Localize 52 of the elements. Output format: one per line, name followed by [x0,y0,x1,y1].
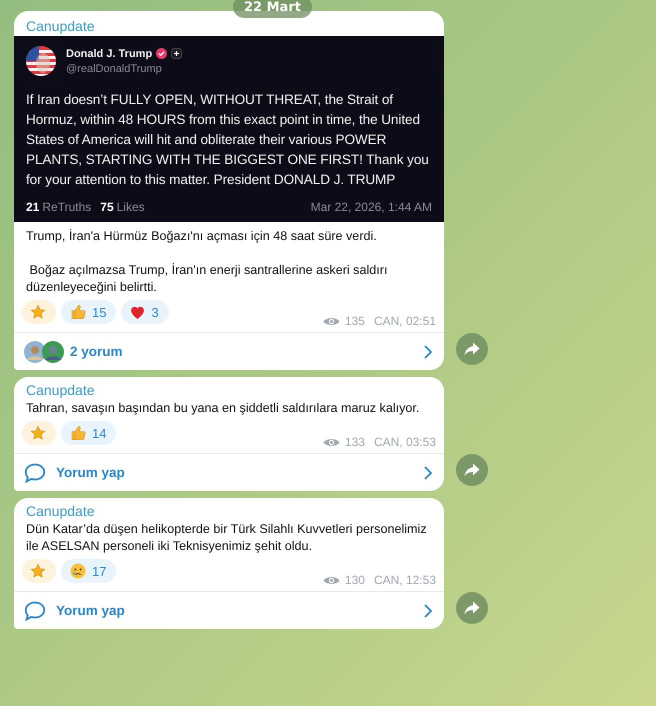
avatar [42,340,64,362]
author-handle: @realDonaldTrump [66,62,163,74]
chevron-right-icon [424,604,432,618]
channel-name[interactable]: Canupdate [14,377,444,400]
reaction-button[interactable]: 14 [61,421,116,445]
star-icon [30,563,46,579]
comments-button[interactable]: Yorum yap [14,591,444,629]
reaction-button[interactable]: 3 [121,300,169,324]
star-icon [30,304,46,320]
message-text: Dün Katar’da düşen helikopterde bir Türk Silahlı Kuvvetleri personelimiz ile ASELSAN personeli iki Teknisyenimiz şehit oldu. [25,521,428,555]
message-text: Trump, İran'a Hürmüz Boğazı'nı açması için 48 saat süre verdi. Boğaz açılmazsa Trump, İran'ın enerji santrallerine askeri saldırı düzenleyeceğini belirtti. [25,228,388,296]
comments-button[interactable]: 2 yorum [14,332,444,370]
forward-button[interactable] [456,592,488,624]
reaction-button[interactable] [22,559,56,583]
message-time: CAN, 02:51 [374,314,436,328]
thumbs-up-icon [69,424,87,442]
comments-button[interactable]: Yorum yap [14,453,444,491]
post-date: Mar 22, 2026, 1:44 AM [310,200,432,214]
message-time: CAN, 03:53 [374,435,436,449]
date-separator: 22 Mart [233,0,312,18]
forward-button[interactable] [456,454,488,486]
chevron-right-icon [424,466,432,480]
reaction-button[interactable]: 17 [61,559,116,583]
comment-icon [24,462,46,482]
star-icon [30,425,46,441]
views-icon [322,436,340,448]
likes-count: 75 Likes [100,200,145,214]
forward-icon [464,601,480,615]
post-text: If Iran doesn’t FULLY OPEN, WITHOUT THREAT, the Strait of Hormuz, within 48 HOURS from this exact point in time, the United States of America will hit and obliterate their various POWER PLANTS, STARTING WITH THE BIGGEST ONE FIRST! Thank you for your attention to this matter. President DONALD J. TRUMP [26,91,430,189]
retruths-count: 21 ReTruths [26,200,92,214]
views-icon [322,574,340,586]
view-count: 130 [344,573,365,587]
plus-icon [171,48,182,59]
reaction-button[interactable] [22,300,56,324]
forward-icon [464,463,480,477]
view-count: 135 [344,314,365,328]
thumbs-up-icon [69,303,87,321]
views-icon [322,316,340,326]
avatar [26,46,56,76]
reaction-button[interactable]: 15 [61,300,116,324]
forward-button[interactable] [456,333,488,365]
message-time: CAN, 12:53 [374,573,436,587]
chevron-right-icon [424,344,432,358]
author-name: Donald J. Trump [66,48,152,60]
crying-face-icon [69,562,87,580]
comment-icon [24,600,46,620]
verified-badge-icon [156,48,168,59]
message-text: Tahran, savaşın başından bu yana en şiddetli saldırılara maruz kalıyor. [25,400,420,417]
view-count: 133 [344,435,365,449]
forward-icon [464,342,480,356]
channel-name[interactable]: Canupdate [14,498,444,521]
reaction-button[interactable] [22,421,56,445]
